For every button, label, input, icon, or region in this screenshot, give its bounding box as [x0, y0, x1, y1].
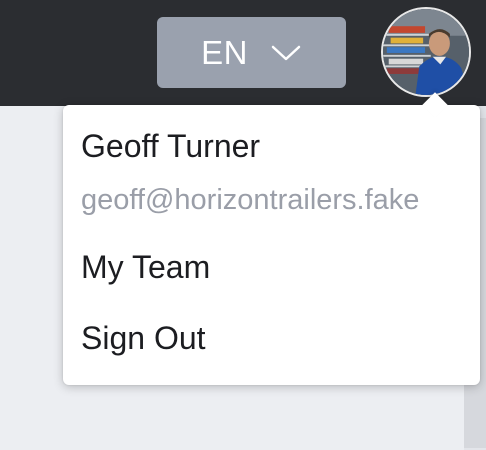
chevron-down-icon [271, 45, 301, 60]
language-selector-button[interactable]: EN [157, 17, 346, 88]
account-name: Geoff Turner [81, 128, 261, 164]
user-avatar[interactable] [381, 7, 471, 97]
menu-item-sign-out[interactable]: Sign Out [81, 320, 206, 357]
account-email: geoff@horizontrailers.fake [81, 184, 420, 216]
language-label: EN [201, 33, 248, 71]
avatar-photo [383, 9, 469, 95]
menu-item-my-team[interactable]: My Team [81, 249, 210, 286]
